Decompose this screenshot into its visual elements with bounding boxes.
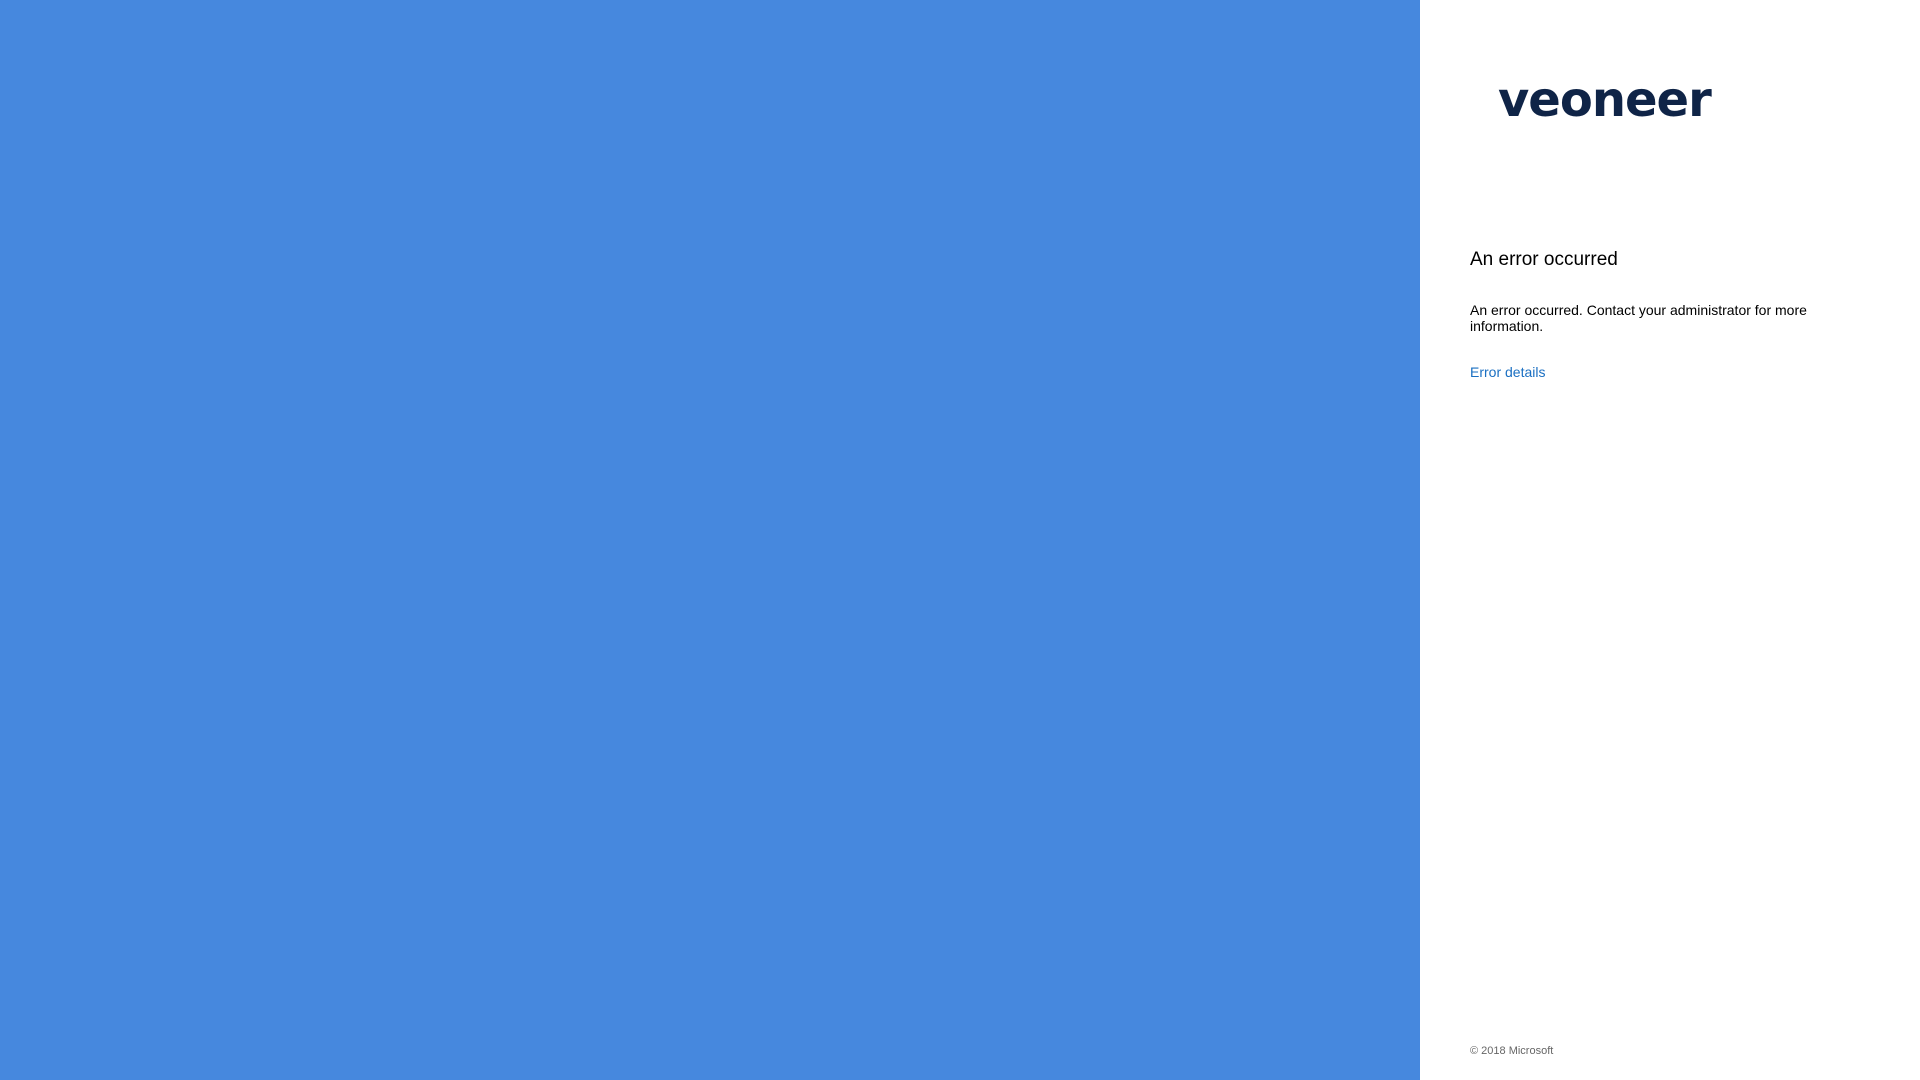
sign-in-panel: veoneer An error occurred An error occur… — [1420, 0, 1920, 1080]
company-logo: veoneer — [1498, 72, 1712, 128]
error-content: An error occurred An error occurred. Con… — [1470, 246, 1880, 382]
error-title: An error occurred — [1470, 249, 1618, 270]
error-message: An error occurred. Contact your administ… — [1470, 302, 1807, 334]
background-illustration — [0, 0, 1420, 1080]
error-details-link[interactable]: Error details — [1470, 364, 1545, 380]
sign-in-page: veoneer An error occurred An error occur… — [0, 0, 1920, 1080]
copyright-footer: © 2018 Microsoft — [1470, 1045, 1554, 1057]
